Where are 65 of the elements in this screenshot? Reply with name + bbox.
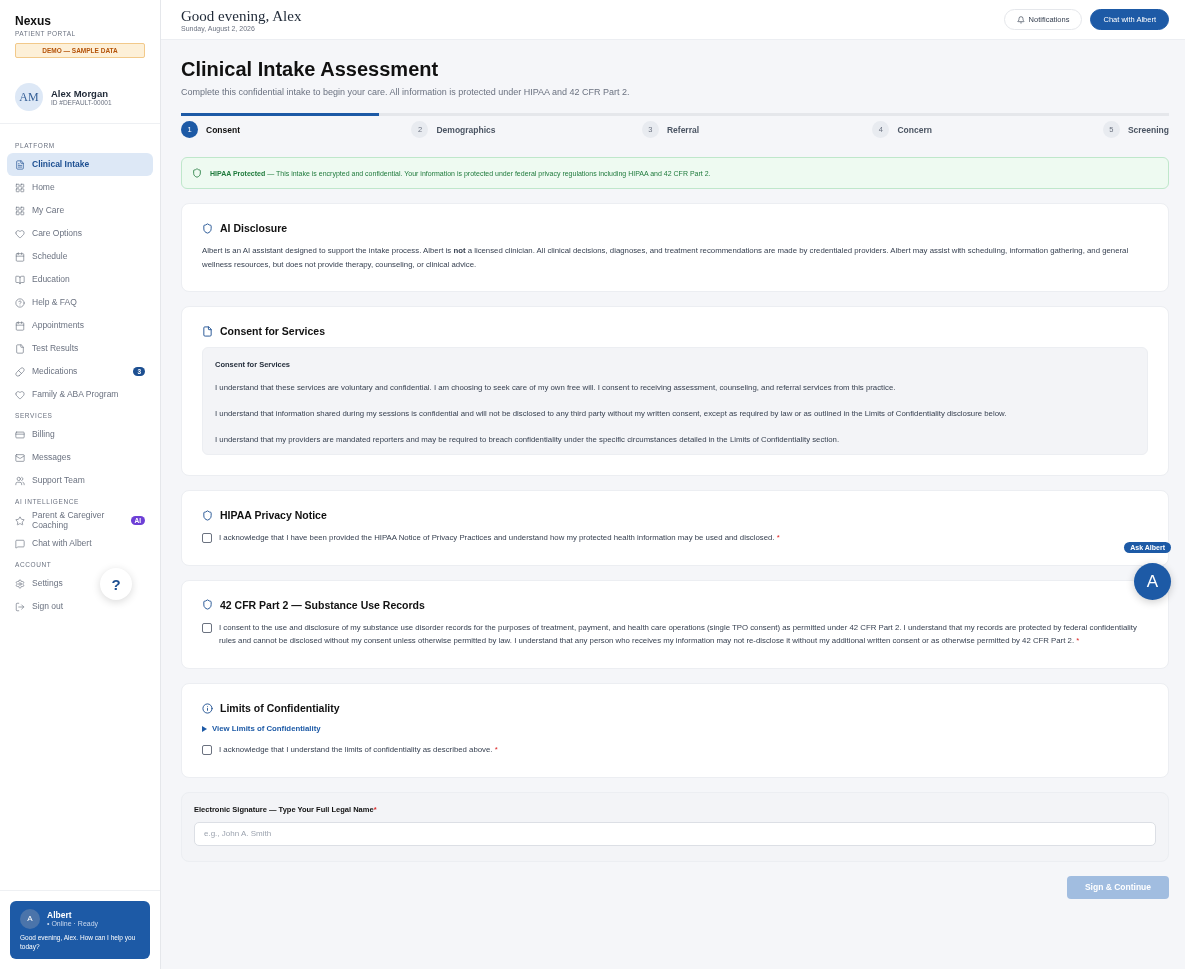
nav-item[interactable]: Help & FAQ [7,291,85,314]
heart-icon [15,228,25,239]
sign-out-icon [15,601,25,612]
info-icon [202,702,213,714]
checkbox[interactable] [202,622,212,633]
calendar-icon [15,251,25,262]
heart-icon [15,389,25,400]
book-icon [15,274,25,285]
shield-icon [202,222,213,234]
nav-item[interactable]: Family & ABA Program [7,383,127,406]
nav-item[interactable]: Care Options [7,222,91,245]
grid-icon [15,205,25,216]
brand-name: Nexus [15,14,53,28]
settings-icon [15,578,25,589]
nav-item[interactable]: Sign out [7,595,72,618]
step-label[interactable]: Consent [206,124,240,135]
grid-icon [15,182,25,193]
page-subtitle: Complete this confidential intake to begin your care. All information is protected under HIPAA and 42 CFR Part 2. [181,87,631,97]
star-icon [15,515,25,526]
caret-right-icon [202,725,207,732]
shield-icon [192,168,202,178]
nav-item[interactable]: Clinical Intake [7,153,153,176]
section-title: HIPAA Privacy Notice [220,509,327,522]
nav-item[interactable]: Schedule [7,245,76,268]
nav-item[interactable]: Settings [7,572,71,595]
step-label[interactable]: Referral [666,124,700,135]
user-name: Alex Morgan [51,88,109,99]
pill-icon [15,366,25,377]
signature-field[interactable]: e.g., John A. Smith [194,821,1156,846]
nav-item[interactable]: Messages [7,446,79,469]
assistant-name: Albert [47,910,73,921]
nav-item[interactable]: My Care [7,199,73,222]
shield-icon [202,599,213,611]
page-title: Clinical Intake Assessment [181,58,440,81]
step-label[interactable]: Screening [1127,124,1169,135]
shield-icon [202,509,213,521]
section-title: Limits of Confidentiality [220,702,340,715]
document-icon [15,343,25,354]
nav-item[interactable]: Test Results [7,337,87,360]
greeting: Good evening, Alex [181,7,302,25]
assistant-avatar: A [20,908,40,929]
nav-item[interactable]: Billing [7,423,63,446]
card-icon [15,429,25,440]
calendar-icon [15,320,25,331]
checkbox[interactable] [202,745,212,756]
nav-item[interactable]: Support Team [7,469,93,492]
users-icon [15,475,25,486]
nav-item[interactable]: Appointments [7,314,92,337]
mail-icon [15,452,25,463]
help-button[interactable]: ? [100,568,132,600]
nav-item[interactable]: Education [7,268,78,291]
nav-item[interactable]: Chat with Albert [7,532,100,555]
checkbox[interactable] [202,533,212,544]
chat-icon [15,538,25,549]
user-avatar: AM [15,83,43,111]
help-icon [15,297,25,308]
document-icon [15,159,25,170]
document-icon [202,325,213,337]
section-title: 42 CFR Part 2 — Substance Use Records [220,598,425,611]
step-label[interactable]: Concern [897,124,932,135]
step-label[interactable]: Demographics [436,124,496,135]
section-title: Consent for Services [220,325,326,338]
bell-icon [1016,15,1025,24]
nav-item[interactable]: Home [7,176,63,199]
section-title: AI Disclosure [220,222,288,234]
